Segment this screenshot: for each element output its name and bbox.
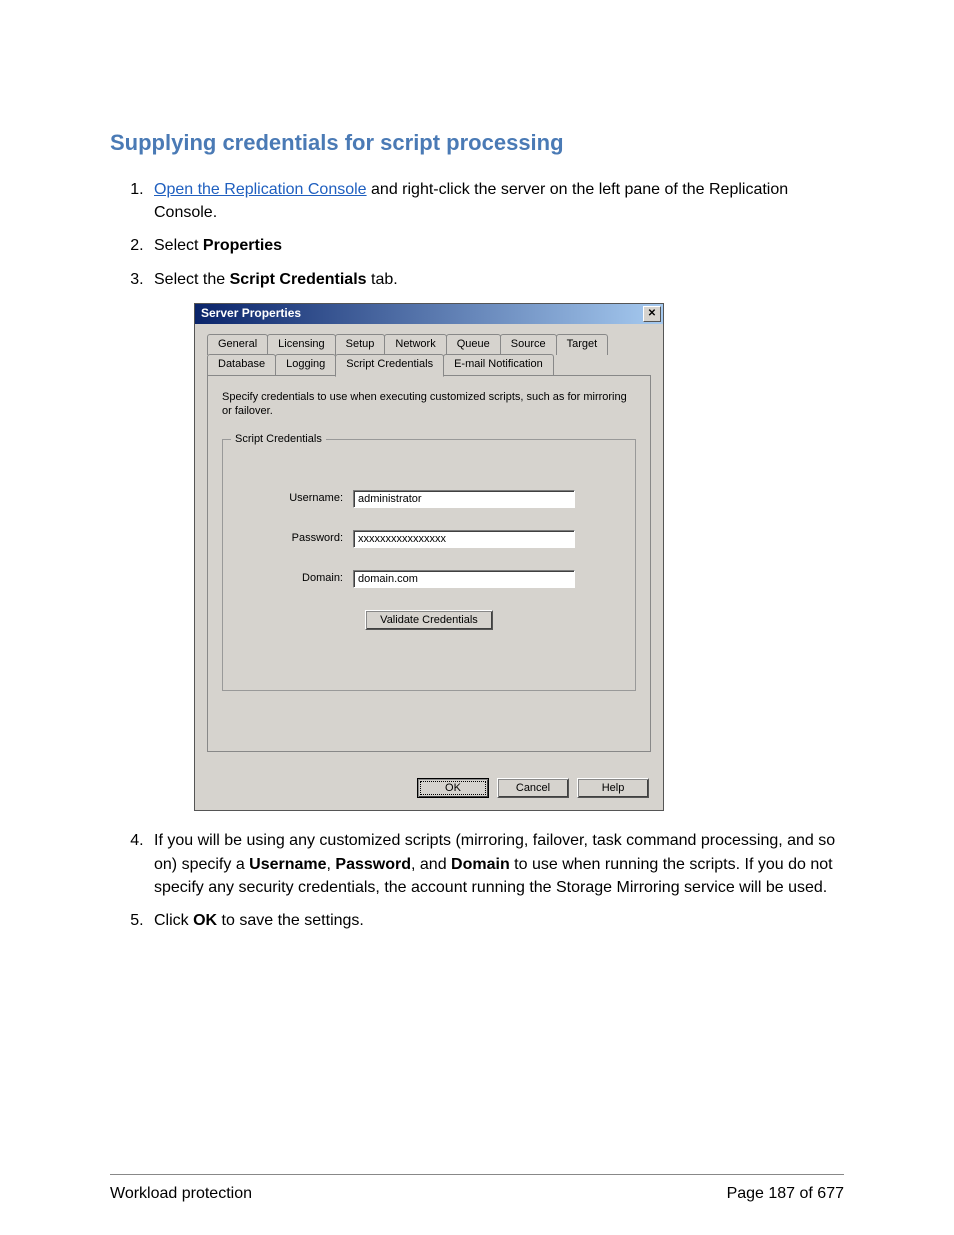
- step-3: Select the Script Credentials tab. Serve…: [148, 268, 844, 812]
- footer-right: Page 187 of 677: [727, 1185, 844, 1203]
- dialog-titlebar: Server Properties ✕: [195, 304, 663, 324]
- tab-row-2: Database Logging Script Credentials E-ma…: [207, 354, 651, 376]
- dialog-title: Server Properties: [201, 305, 301, 322]
- tab-setup[interactable]: Setup: [335, 334, 386, 355]
- ok-button[interactable]: OK: [417, 778, 489, 798]
- footer-left: Workload protection: [110, 1185, 252, 1203]
- password-field[interactable]: [353, 530, 575, 548]
- tab-script-credentials[interactable]: Script Credentials: [335, 354, 444, 377]
- step-5: Click OK to save the settings.: [148, 909, 844, 932]
- tab-database[interactable]: Database: [207, 354, 276, 376]
- groupbox-legend: Script Credentials: [231, 432, 326, 448]
- instruction-text: Specify credentials to use when executin…: [222, 390, 636, 420]
- tab-target[interactable]: Target: [556, 334, 609, 355]
- step-4: If you will be using any customized scri…: [148, 829, 844, 899]
- properties-bold: Properties: [203, 237, 282, 254]
- tab-logging[interactable]: Logging: [275, 354, 336, 376]
- tab-general[interactable]: General: [207, 334, 268, 355]
- open-replication-console-link[interactable]: Open the Replication Console: [154, 181, 367, 198]
- tab-queue[interactable]: Queue: [446, 334, 501, 355]
- page-footer: Workload protection Page 187 of 677: [110, 1174, 844, 1203]
- tab-email-notification[interactable]: E-mail Notification: [443, 354, 554, 376]
- tab-row-1: General Licensing Setup Network Queue So…: [207, 334, 651, 355]
- tab-source[interactable]: Source: [500, 334, 557, 355]
- step-1: Open the Replication Console and right-c…: [148, 178, 844, 224]
- step-2: Select Properties: [148, 234, 844, 257]
- username-label: Username:: [243, 491, 353, 507]
- tab-licensing[interactable]: Licensing: [267, 334, 335, 355]
- script-credentials-groupbox: Script Credentials Username: Password:: [222, 439, 636, 691]
- domain-label: Domain:: [243, 571, 353, 587]
- tab-network[interactable]: Network: [384, 334, 446, 355]
- validate-credentials-button[interactable]: Validate Credentials: [365, 610, 493, 630]
- script-credentials-bold: Script Credentials: [230, 271, 367, 288]
- section-heading: Supplying credentials for script process…: [110, 130, 844, 156]
- tab-panel: Specify credentials to use when executin…: [207, 375, 651, 753]
- username-field[interactable]: [353, 490, 575, 508]
- dialog-button-row: OK Cancel Help: [195, 766, 663, 810]
- password-label: Password:: [243, 531, 353, 547]
- domain-field[interactable]: [353, 570, 575, 588]
- help-button[interactable]: Help: [577, 778, 649, 798]
- cancel-button[interactable]: Cancel: [497, 778, 569, 798]
- close-icon[interactable]: ✕: [643, 306, 661, 322]
- steps-list: Open the Replication Console and right-c…: [120, 178, 844, 932]
- server-properties-dialog-screenshot: Server Properties ✕ General Licensing Se…: [194, 303, 662, 812]
